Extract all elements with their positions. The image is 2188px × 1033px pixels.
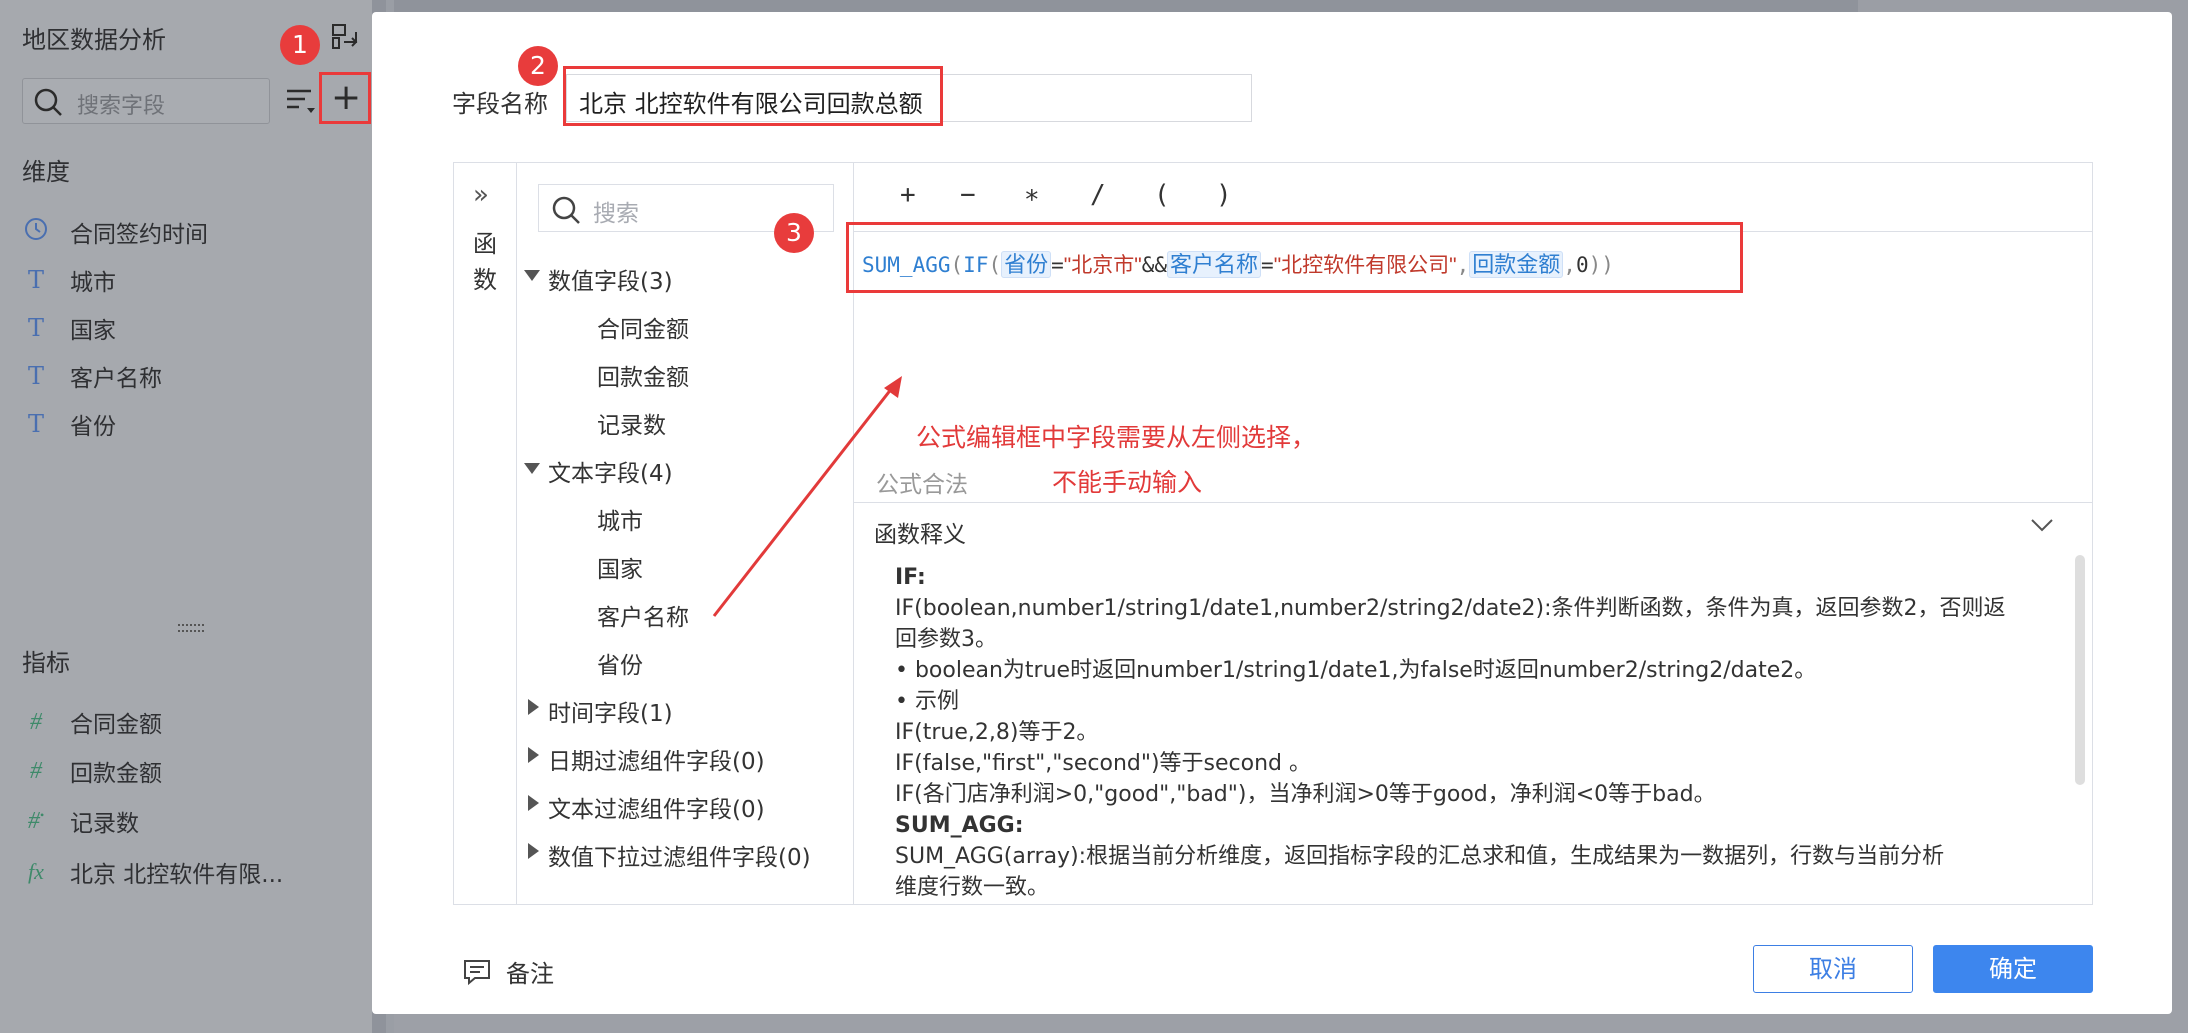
- comment-icon: [464, 959, 490, 985]
- annotation-arrow: [712, 376, 902, 617]
- step-badge: 2: [518, 46, 558, 86]
- note-button[interactable]: 备注: [462, 954, 554, 989]
- step-badge: 3: [774, 213, 814, 253]
- note-label: 备注: [506, 960, 554, 988]
- cancel-button[interactable]: 取消: [1753, 945, 1913, 993]
- step-badge: 1: [280, 25, 320, 65]
- confirm-button[interactable]: 确定: [1933, 945, 2093, 993]
